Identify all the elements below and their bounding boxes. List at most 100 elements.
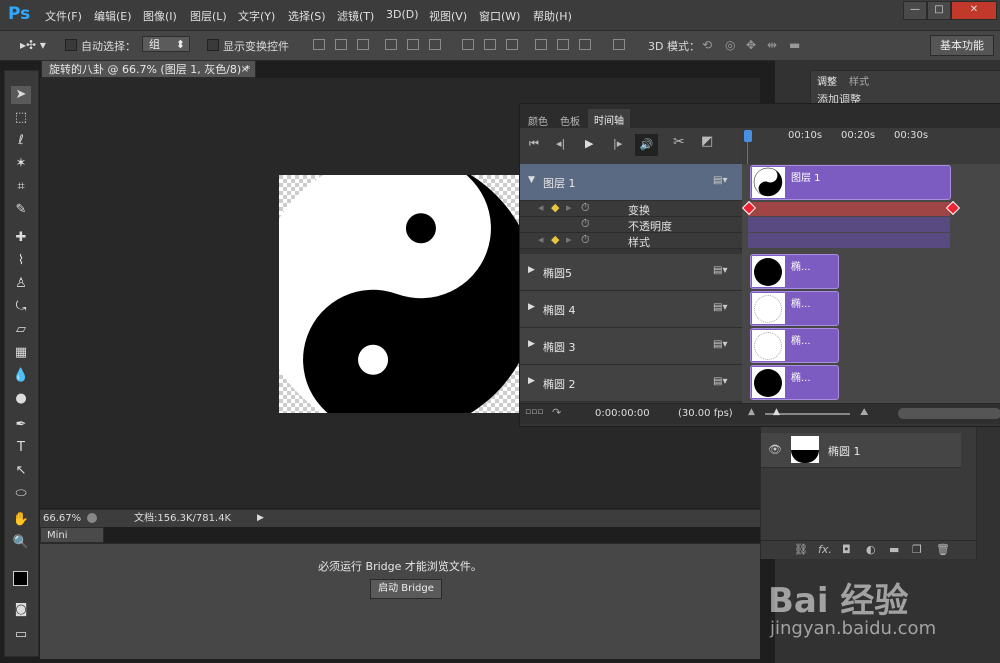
tab-styles[interactable]: 样式 [849,73,869,88]
document-tab[interactable]: 旋转的八卦 @ 66.7% (图层 1, 灰色/8) * × [41,60,256,78]
close-tab-icon[interactable]: × [241,61,249,79]
launch-bridge-button[interactable]: 启动 Bridge [370,579,442,599]
3d-orbit-icon[interactable]: ⟲ [702,38,712,52]
keyframe-icon[interactable]: ◆ [551,233,559,246]
film-strip-icon[interactable]: ▤▾ [713,265,727,276]
playhead-handle[interactable] [744,130,752,142]
gradient-tool-icon[interactable]: ▦ [11,344,31,362]
screen-mode-icon[interactable]: ▭ [11,626,31,644]
maximize-button[interactable]: □ [927,1,951,20]
distribute-top-icon[interactable] [462,39,474,50]
zoom-level[interactable]: 66.67% [43,510,81,527]
menu-file[interactable]: 文件(F) [45,8,82,24]
menu-3d[interactable]: 3D(D) [386,8,419,21]
transition-icon[interactable]: ◩ [701,134,713,149]
foreground-color-swatch[interactable] [13,571,28,586]
menu-filter[interactable]: 滤镜(T) [337,8,374,24]
visibility-eye-icon[interactable]: 👁 [768,443,782,456]
first-frame-icon[interactable]: ⏮ [529,137,539,151]
layer-row-ellipse-1[interactable]: 👁 椭圆 1 [761,433,961,468]
3d-scale-icon[interactable]: ▬ [789,38,800,52]
keyframe-icon[interactable]: ◆ [551,201,559,214]
move-tool-icon[interactable]: ▸✣ ▾ [20,38,46,52]
expand-triangle-icon[interactable]: ▶ [528,265,535,275]
status-menu-arrow-icon[interactable]: ▶ [257,510,264,527]
workspace-button[interactable]: 基本功能 [930,35,994,56]
stamp-tool-icon[interactable]: ♙ [11,275,31,293]
blur-tool-icon[interactable]: 💧 [11,367,31,385]
timeline-layer-ellipse4[interactable]: ▶ 椭圆 4 ▤▾ [520,291,742,328]
menu-select[interactable]: 选择(S) [288,8,326,24]
menu-help[interactable]: 帮助(H) [533,8,572,24]
menu-image[interactable]: 图像(I) [143,8,177,24]
3d-pan-icon[interactable]: ✥ [746,38,756,52]
film-strip-icon[interactable]: ▤▾ [713,302,727,313]
timeline-layer-ellipse5[interactable]: ▶ 椭圆5 ▤▾ [520,254,742,291]
zoom-slider-thumb[interactable]: ▲ [773,407,780,417]
mini-bridge-tab[interactable]: Mini Bridge [40,527,104,557]
clip-ellipse4[interactable]: 椭... [750,291,839,326]
render-video-icon[interactable]: ↷ [552,406,561,419]
stopwatch-icon[interactable]: ⏱ [581,201,590,215]
type-tool-icon[interactable]: T [11,439,31,457]
next-frame-icon[interactable]: |▸ [613,137,622,150]
prev-keyframe-icon[interactable]: ◂ [538,201,544,214]
shape-tool-icon[interactable]: ⬭ [11,485,31,503]
crop-tool-icon[interactable]: ⌗ [11,178,31,196]
align-right-icon[interactable] [429,39,441,50]
next-keyframe-icon[interactable]: ▸ [566,201,572,214]
distribute-right-icon[interactable] [579,39,591,50]
play-icon[interactable]: ▶ [585,137,593,150]
clip-ellipse3[interactable]: 椭... [750,328,839,363]
menu-type[interactable]: 文字(Y) [238,8,275,24]
zoom-tool-icon[interactable]: 🔍 [11,534,31,552]
film-strip-icon[interactable]: ▤▾ [713,339,727,350]
expand-triangle-icon[interactable]: ▶ [528,376,535,386]
eyedropper-icon[interactable]: ✎ [11,201,31,219]
eraser-tool-icon[interactable]: ▱ [11,321,31,339]
convert-frames-icon[interactable]: ▫▫▫ [525,407,543,417]
auto-select-dropdown[interactable]: 组 ⬍ [142,36,190,52]
expand-triangle-icon[interactable]: ▼ [528,175,535,185]
stopwatch-icon[interactable]: ⏱ [581,233,590,247]
show-transform-checkbox[interactable] [207,39,219,51]
align-hcenter-icon[interactable] [407,39,419,50]
auto-align-icon[interactable] [613,39,625,50]
film-strip-icon[interactable]: ▤▾ [713,376,727,387]
align-bottom-icon[interactable] [357,39,369,50]
status-info-icon[interactable] [87,513,97,523]
clip-layer-1[interactable]: 图层 1 [750,165,951,200]
prev-keyframe-icon[interactable]: ◂ [538,233,544,246]
minimize-button[interactable]: — [903,1,927,20]
film-strip-icon[interactable]: ▤▾ [713,175,727,186]
timeline-scrollbar[interactable] [898,408,1000,419]
3d-slide-icon[interactable]: ⇹ [767,38,777,52]
tab-adjustments[interactable]: 调整 [817,73,837,88]
align-top-icon[interactable] [313,39,325,50]
distribute-vcenter-icon[interactable] [484,39,496,50]
healing-brush-icon[interactable]: ✚ [11,229,31,247]
marquee-tool-icon[interactable]: ⬚ [11,109,31,127]
path-select-icon[interactable]: ↖ [11,462,31,480]
magic-wand-icon[interactable]: ✶ [11,155,31,173]
distribute-bottom-icon[interactable] [506,39,518,50]
hand-tool-icon[interactable]: ✋ [11,511,31,529]
timeline-layer-1[interactable]: ▼ 图层 1 ▤▾ [520,164,742,201]
dodge-tool-icon[interactable]: ● [11,390,31,408]
clip-ellipse2[interactable]: 椭... [750,365,839,400]
quick-mask-icon[interactable]: ◙ [11,601,31,619]
tab-swatches[interactable]: 色板 [560,113,580,128]
timeline-layer-ellipse3[interactable]: ▶ 椭圆 3 ▤▾ [520,328,742,365]
3d-roll-icon[interactable]: ◎ [725,38,735,52]
menu-edit[interactable]: 编辑(E) [94,8,132,24]
move-tool-icon[interactable]: ➤ [11,86,31,104]
next-keyframe-icon[interactable]: ▸ [566,233,572,246]
clip-ellipse5[interactable]: 椭... [750,254,839,289]
timeline-layer-ellipse2[interactable]: ▶ 椭圆 2 ▤▾ [520,365,742,402]
lasso-tool-icon[interactable]: ℓ [11,132,31,150]
stopwatch-icon[interactable]: ⏱ [581,217,590,231]
align-left-icon[interactable] [385,39,397,50]
menu-window[interactable]: 窗口(W) [479,8,520,24]
menu-layer[interactable]: 图层(L) [190,8,227,24]
zoom-out-icon[interactable]: ▲ [748,407,755,417]
